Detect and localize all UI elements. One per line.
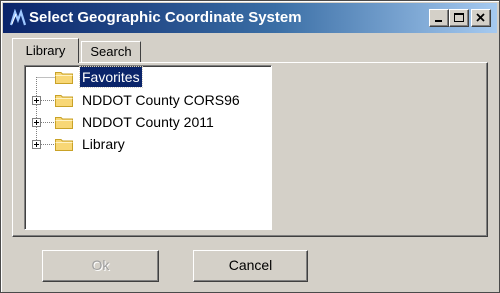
folder-icon	[55, 95, 73, 107]
window-title: Select Geographic Coordinate System	[29, 9, 302, 26]
minimize-button[interactable]	[429, 9, 449, 27]
close-icon	[476, 13, 485, 22]
maximize-button[interactable]	[449, 9, 469, 27]
tree-item-library[interactable]: Library	[25, 134, 271, 154]
tab-search[interactable]: Search	[81, 41, 141, 62]
tree-item-label: NDDOT County CORS96	[82, 92, 240, 108]
coordinate-system-tree[interactable]: Favorites NDDOT County CORS96 NDDOT Coun…	[24, 65, 272, 230]
tree-item-label: Library	[82, 136, 125, 152]
folder-icon	[55, 117, 73, 129]
minimize-icon	[435, 20, 442, 22]
cancel-button[interactable]: Cancel	[193, 250, 308, 282]
app-logo-icon	[9, 9, 27, 26]
close-button[interactable]	[471, 9, 491, 27]
dialog-window: Select Geographic Coordinate System Libr…	[0, 0, 500, 293]
tree-item-label: Favorites	[79, 66, 143, 88]
maximize-icon	[454, 13, 464, 22]
title-bar[interactable]: Select Geographic Coordinate System	[3, 3, 497, 33]
tree-item-nddot-county-cors96[interactable]: NDDOT County CORS96	[25, 90, 271, 110]
folder-icon	[55, 72, 73, 84]
tab-library[interactable]: Library	[12, 38, 79, 63]
expand-toggle-icon[interactable]	[32, 118, 41, 127]
expand-toggle-icon[interactable]	[32, 140, 41, 149]
expand-toggle-icon[interactable]	[32, 96, 41, 105]
folder-icon	[55, 139, 73, 151]
tree-item-favorites[interactable]: Favorites	[25, 66, 271, 88]
tree-item-nddot-county-2011[interactable]: NDDOT County 2011	[25, 112, 271, 132]
tree-item-label: NDDOT County 2011	[82, 114, 214, 130]
ok-button[interactable]: Ok	[42, 250, 159, 282]
